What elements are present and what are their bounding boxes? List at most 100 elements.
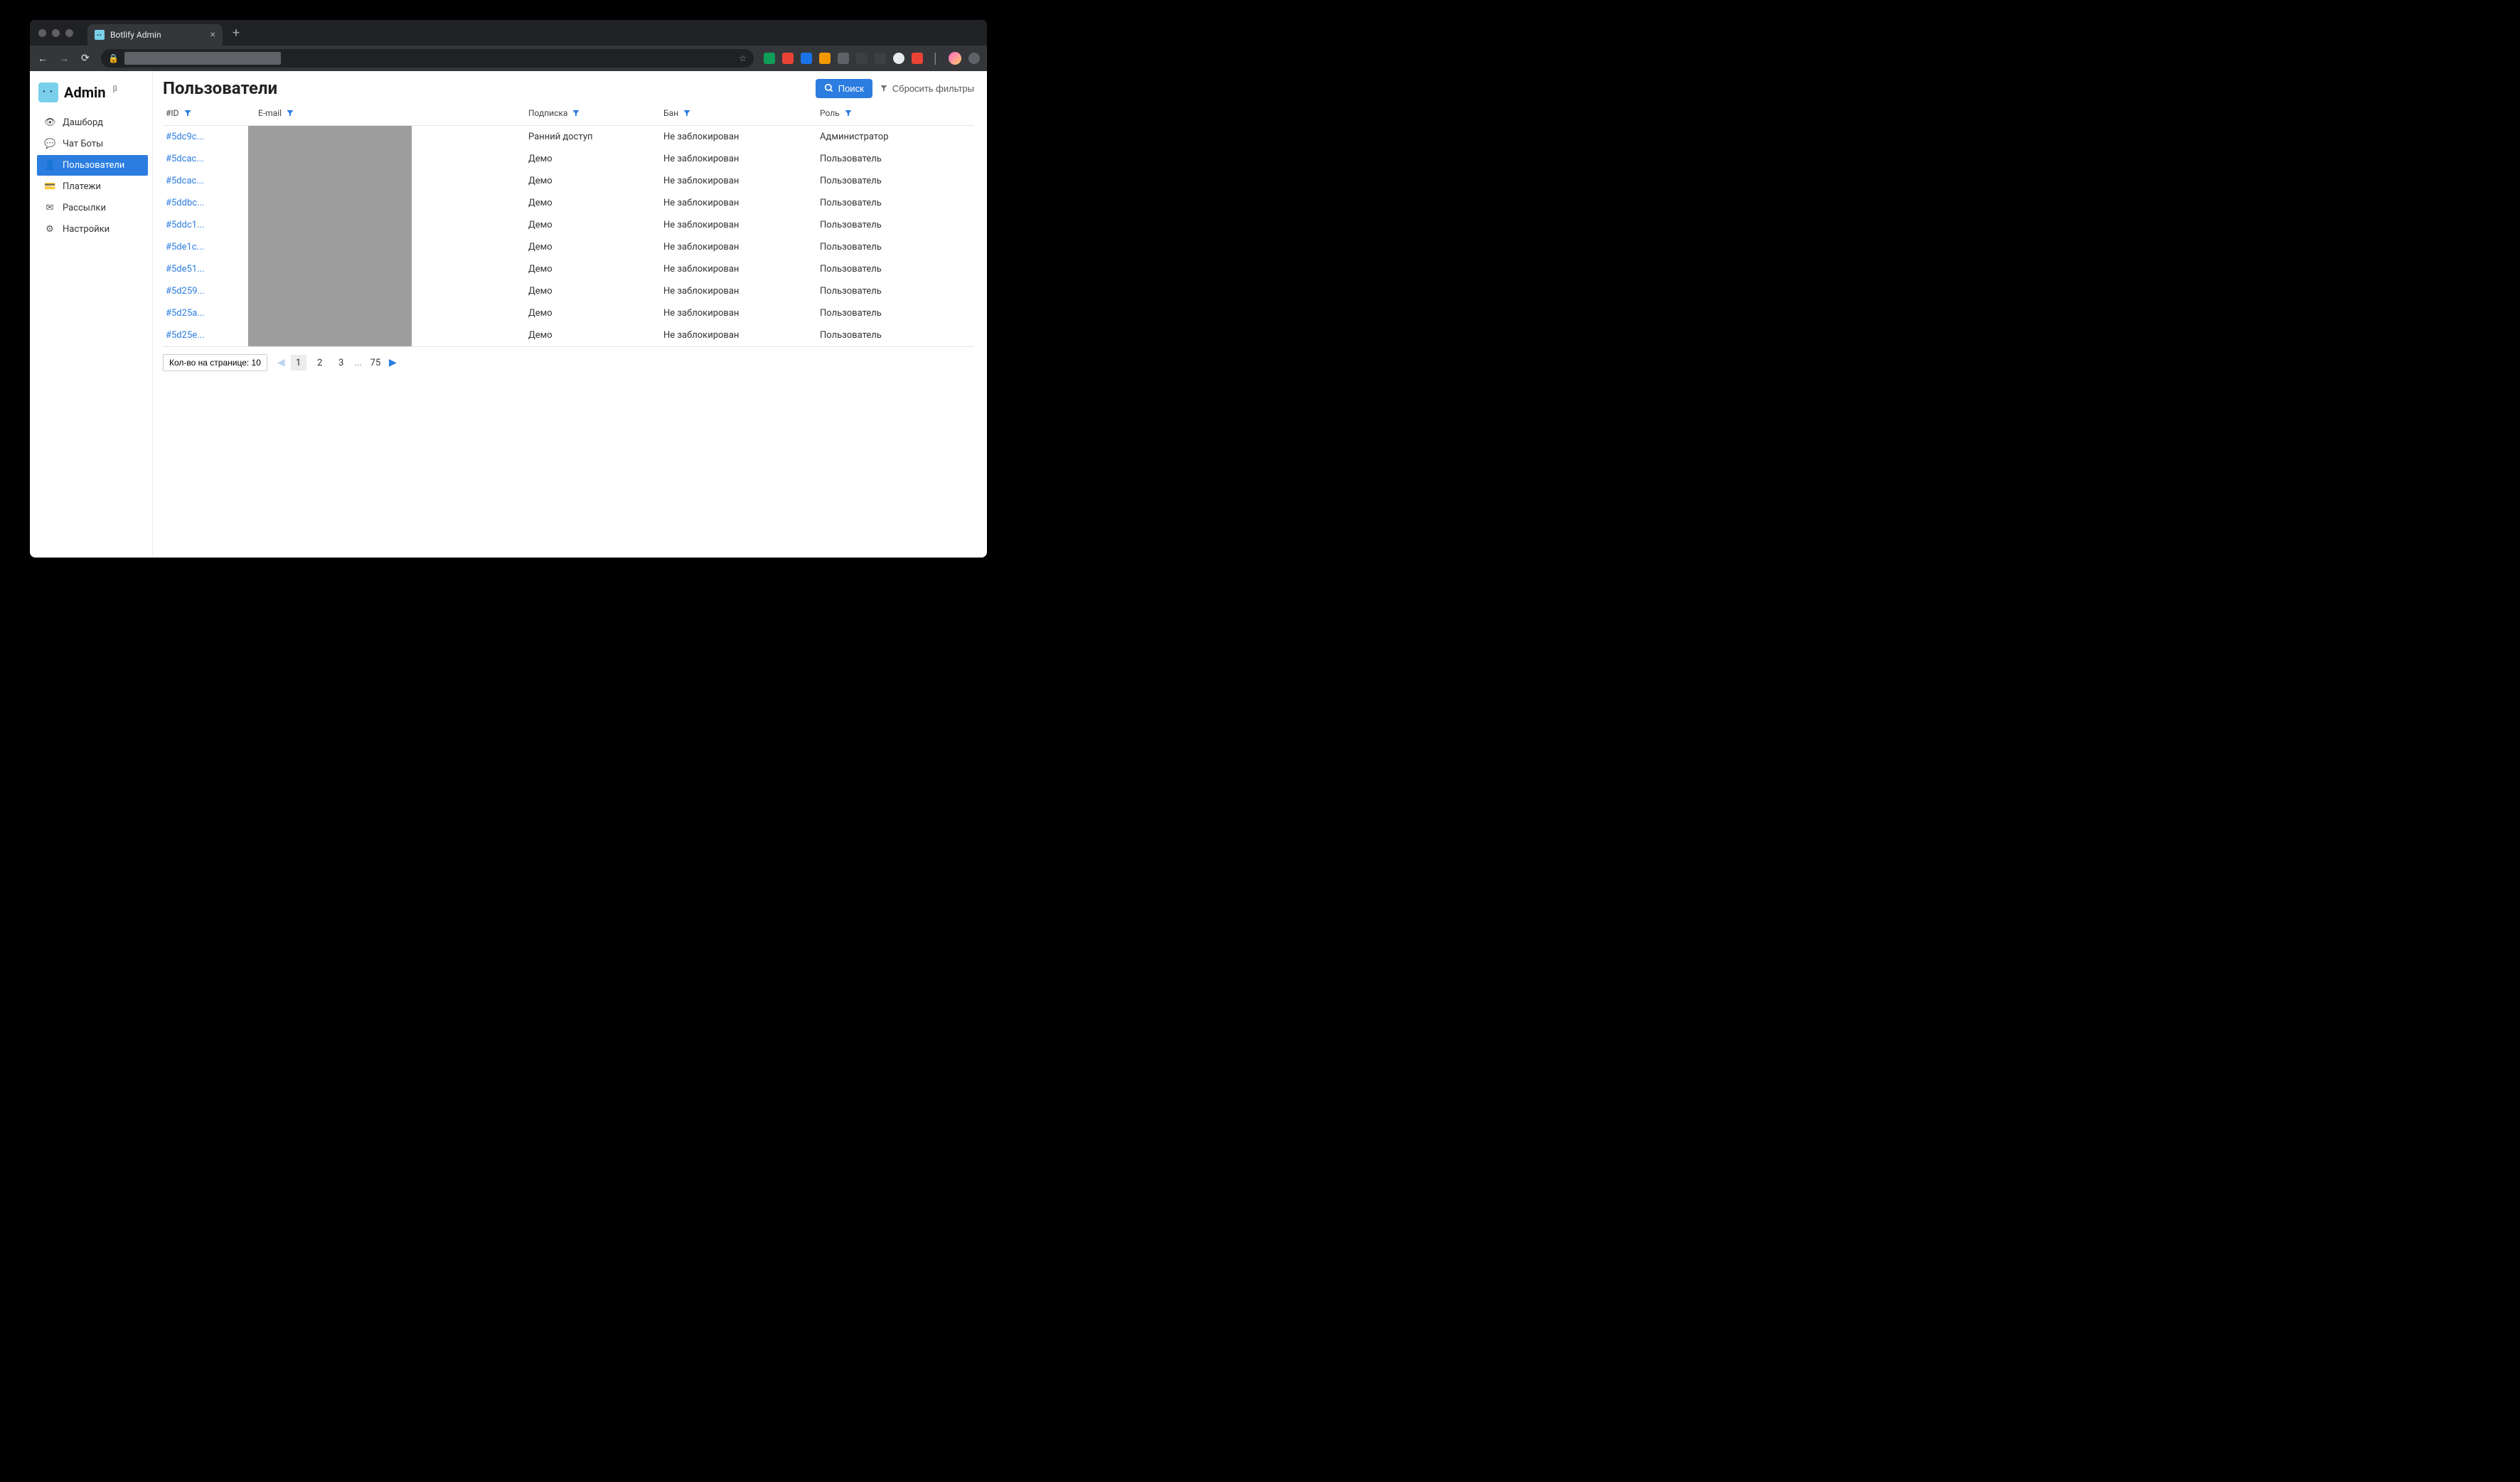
extension-icon[interactable] (856, 53, 867, 64)
brand-name: Admin (64, 84, 106, 101)
row-id-link[interactable]: #5d25e... (166, 330, 258, 341)
maximize-dot[interactable] (65, 29, 73, 37)
reload-icon[interactable]: ⟳ (80, 53, 91, 64)
sidebar-item-0[interactable]: 👁 Дашборд (37, 112, 148, 133)
row-ban-cell: Не заблокирован (663, 264, 820, 274)
filter-icon[interactable] (183, 109, 192, 117)
url-redacted (124, 52, 281, 65)
reset-filters-button[interactable]: Сбросить фильтры (880, 83, 974, 94)
extension-icon[interactable] (819, 53, 831, 64)
row-ban-cell: Не заблокирован (663, 198, 820, 208)
search-button[interactable]: Поиск (816, 79, 872, 98)
row-subscription-cell: Демо (528, 242, 663, 252)
row-id-link[interactable]: #5d259... (166, 286, 258, 297)
extension-icon[interactable] (875, 53, 886, 64)
back-icon[interactable]: ← (37, 53, 48, 65)
favicon-icon (95, 30, 105, 40)
row-id-link[interactable]: #5de51... (166, 264, 258, 274)
sidebar-item-4[interactable]: ✉ Рассылки (37, 198, 148, 218)
row-role-cell: Пользователь (820, 242, 971, 252)
table-body-wrap: #5dc9c... Ранний доступ Не заблокирован … (163, 126, 974, 346)
row-id-link[interactable]: #5de1c... (166, 242, 258, 252)
address-bar[interactable]: 🔒 ☆ (101, 49, 754, 68)
pager-page-3[interactable]: 3 (333, 355, 349, 370)
extension-icon[interactable] (893, 53, 904, 64)
close-dot[interactable] (38, 29, 46, 37)
pager-page-2[interactable]: 2 (312, 355, 328, 370)
email-column-redacted (248, 126, 412, 346)
column-header-ban[interactable]: Бан (663, 108, 820, 118)
filter-icon[interactable] (844, 109, 853, 117)
extension-icon[interactable] (912, 53, 923, 64)
pager-ellipsis: ... (355, 358, 362, 368)
row-subscription-cell: Демо (528, 198, 663, 208)
sidebar-item-2[interactable]: 👤 Пользователи (37, 155, 148, 176)
menu-separator: │ (930, 53, 941, 65)
row-id-link[interactable]: #5ddbc... (166, 198, 258, 208)
row-subscription-cell: Демо (528, 330, 663, 341)
extension-icon[interactable] (764, 53, 775, 64)
window-controls[interactable] (38, 29, 73, 37)
tab-title: Botlify Admin (110, 30, 161, 40)
eye-icon: 👁 (44, 117, 55, 128)
profile-avatar[interactable] (949, 52, 961, 65)
mail-icon: ✉ (44, 203, 55, 213)
filter-icon[interactable] (683, 109, 691, 117)
row-id-link[interactable]: #5d25a... (166, 308, 258, 319)
forward-icon[interactable]: → (58, 53, 70, 65)
per-page-select[interactable]: Кол-во на странице: 10 (163, 354, 267, 371)
reset-filters-label: Сбросить фильтры (892, 83, 974, 94)
new-tab-button[interactable]: + (233, 26, 240, 41)
row-subscription-cell: Демо (528, 264, 663, 274)
row-ban-cell: Не заблокирован (663, 308, 820, 319)
page-header: Пользователи Поиск Сбросить фильтры (163, 78, 974, 98)
pager-next-icon[interactable]: ▶ (389, 357, 397, 368)
bookmark-star-icon[interactable]: ☆ (739, 53, 747, 63)
app-root: Admin β 👁 Дашборд💬 Чат Боты👤 Пользовател… (30, 71, 987, 558)
extension-icon[interactable] (801, 53, 812, 64)
row-ban-cell: Не заблокирован (663, 220, 820, 230)
pagination: ◀ 123... 75 ▶ (277, 355, 397, 370)
pager-page-75[interactable]: 75 (368, 355, 383, 370)
browser-tab[interactable]: Botlify Admin × (87, 24, 223, 46)
chat-icon: 💬 (44, 139, 55, 149)
filter-icon[interactable] (572, 109, 580, 117)
filter-icon (880, 84, 888, 92)
row-id-link[interactable]: #5ddc1... (166, 220, 258, 230)
row-ban-cell: Не заблокирован (663, 132, 820, 142)
brand: Admin β (38, 82, 148, 102)
sidebar-item-1[interactable]: 💬 Чат Боты (37, 134, 148, 154)
row-id-link[interactable]: #5dc9c... (166, 132, 258, 142)
browser-window: Botlify Admin × + ← → ⟳ 🔒 ☆ │ (30, 20, 987, 558)
sidebar-nav: 👁 Дашборд💬 Чат Боты👤 Пользователи💳 Плате… (37, 112, 148, 240)
table-header: #ID E-mail Подписка Бан Роль (163, 102, 974, 126)
beta-badge: β (113, 84, 118, 93)
row-role-cell: Пользователь (820, 308, 971, 319)
browser-navbar: ← → ⟳ 🔒 ☆ │ (30, 46, 987, 71)
extension-icon[interactable] (782, 53, 794, 64)
browser-tabbar: Botlify Admin × + (30, 20, 987, 46)
sidebar-item-3[interactable]: 💳 Платежи (37, 176, 148, 197)
row-id-link[interactable]: #5dcac... (166, 176, 258, 186)
gear-icon: ⚙ (44, 224, 55, 235)
column-header-id[interactable]: #ID (166, 108, 258, 118)
filter-icon[interactable] (286, 109, 294, 117)
extension-icon[interactable] (968, 53, 980, 64)
pager-page-1[interactable]: 1 (291, 355, 306, 370)
pager-prev-icon[interactable]: ◀ (277, 357, 285, 368)
column-header-subscription[interactable]: Подписка (528, 108, 663, 118)
extension-icon[interactable] (838, 53, 849, 64)
row-id-link[interactable]: #5dcac... (166, 154, 258, 164)
column-header-email[interactable]: E-mail (258, 108, 528, 118)
row-ban-cell: Не заблокирован (663, 242, 820, 252)
row-ban-cell: Не заблокирован (663, 176, 820, 186)
row-role-cell: Пользователь (820, 330, 971, 341)
row-subscription-cell: Демо (528, 176, 663, 186)
column-header-role[interactable]: Роль (820, 108, 971, 118)
close-icon[interactable]: × (210, 29, 215, 41)
row-ban-cell: Не заблокирован (663, 154, 820, 164)
row-subscription-cell: Демо (528, 308, 663, 319)
sidebar-item-5[interactable]: ⚙ Настройки (37, 219, 148, 240)
logo-icon (38, 82, 58, 102)
minimize-dot[interactable] (52, 29, 60, 37)
